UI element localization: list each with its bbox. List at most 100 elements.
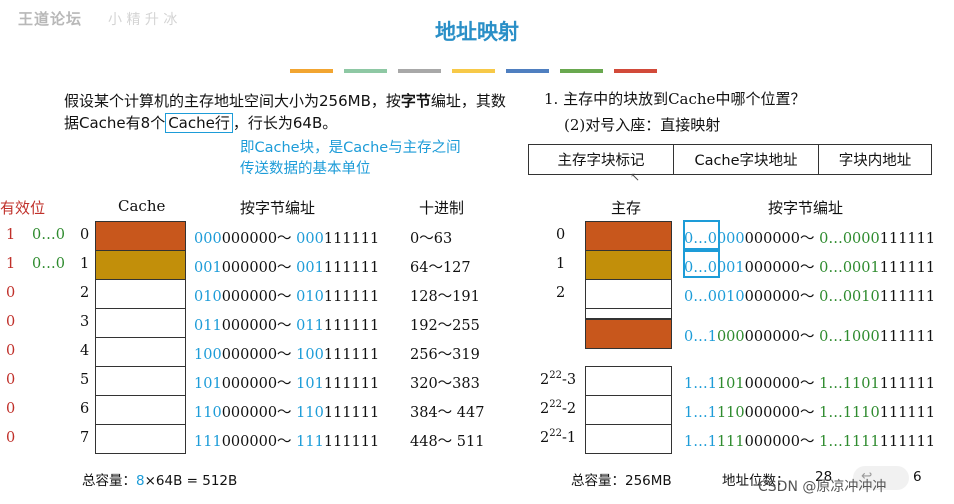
pow-exp: 22 <box>549 428 562 439</box>
main-offset-end: 111111 <box>879 329 936 345</box>
accent-bar <box>398 69 441 73</box>
main-index-start: 010 <box>716 289 745 305</box>
addr-index-start: 100 <box>194 347 222 363</box>
valid-bit-header: 有效位 <box>0 199 46 217</box>
accent-bar <box>452 69 495 73</box>
valid-bit: 1 <box>6 256 16 272</box>
main-offset-start: 000000～ <box>744 434 820 450</box>
csdn-watermark: CSDN @原凉冲冲冲 <box>758 479 887 495</box>
main-tag-prefix: 0…1 <box>684 329 717 345</box>
question-1: 1. 主存中的块放到Cache中哪个位置？ <box>544 90 806 108</box>
decimal-range: 192～255 <box>410 318 480 334</box>
byte-addr-header: 按字节编址 <box>240 199 316 217</box>
cache-tag: 0…0 <box>32 256 65 272</box>
decimal-range: 256～319 <box>410 347 480 363</box>
addr-offset-start: 000000 <box>221 318 278 334</box>
main-tag-prefix: 1…1 <box>684 405 717 421</box>
cache-line <box>95 308 186 338</box>
addr-offset-start: 000000 <box>221 260 278 276</box>
block-number: 222-3 <box>540 370 576 388</box>
main-memory-block <box>585 250 672 280</box>
main-index-start: 000 <box>716 329 745 345</box>
cache-line <box>95 366 186 396</box>
valid-bit: 0 <box>6 430 16 446</box>
intro-part1: 假设某个计算机的主存地址空间大小为256MB，按 <box>64 92 401 110</box>
main-tag-prefix: 1…1 <box>684 376 717 392</box>
pow-base: 2 <box>540 371 550 388</box>
addr-offset-start: 000000 <box>221 376 278 392</box>
mouse-cursor-icon: ↖ <box>630 170 641 184</box>
main-index-end: 0…0001 <box>819 260 880 276</box>
addr-index-end: 101 <box>296 376 324 392</box>
cache-line-highlight: Cache行 <box>165 113 233 133</box>
main-offset-end: 111111 <box>879 260 936 276</box>
cache-capacity-label: 总容量： <box>82 473 136 489</box>
valid-bit: 0 <box>6 401 16 417</box>
cache-line <box>95 337 186 367</box>
addr-index-end: 010 <box>296 289 324 305</box>
byte-address-range: 101000000～ 101111111 <box>194 376 380 392</box>
main-address-range: 0…0001000000～ 0…0001111111 <box>684 256 935 277</box>
addr-offset-end: 111111 <box>323 318 380 334</box>
addr-index-end: 111 <box>296 434 324 450</box>
cache-header: Cache <box>118 197 166 215</box>
cache-tag: 0…0 <box>32 227 65 243</box>
byte-address-range: 111000000～ 111111111 <box>194 434 380 450</box>
main-tag-prefix: 1…1 <box>684 434 717 450</box>
cache-line-count: 8 <box>136 473 145 489</box>
cache-line <box>95 221 186 251</box>
line-index: 3 <box>80 314 90 330</box>
byte-address-range: 001000000～ 001111111 <box>194 260 380 276</box>
main-offset-start: 000000～ <box>744 231 820 247</box>
line-index: 0 <box>80 227 90 243</box>
main-offset-start: 000000～ <box>744 329 820 345</box>
accent-bar <box>506 69 549 73</box>
decimal-range: 448～ 511 <box>410 434 485 450</box>
decimal-range: 320～383 <box>410 376 480 392</box>
main-address-range: 1…1110000000～ 1…1110111111 <box>684 401 935 422</box>
decimal-range: 128～191 <box>410 289 480 305</box>
line-index: 7 <box>80 430 90 446</box>
cache-line <box>95 424 186 454</box>
block-number: 222-2 <box>540 399 576 417</box>
addr-offset-start: 000000 <box>221 434 278 450</box>
main-memory-block-gap <box>585 308 672 319</box>
decimal-range: 0～63 <box>410 231 453 247</box>
main-index-start: 000 <box>716 231 745 247</box>
addr-index-start: 111 <box>194 434 222 450</box>
main-address-range: 0…1000000000～ 0…1000111111 <box>684 325 935 346</box>
decimal-header: 十进制 <box>419 199 465 217</box>
pow-base: 2 <box>540 429 550 446</box>
main-address-range: 0…0010000000～ 0…0010111111 <box>684 285 935 306</box>
main-memory-block <box>585 395 672 425</box>
decimal-range: 64～127 <box>410 260 471 276</box>
line-index: 6 <box>80 401 90 417</box>
cache-capacity: 总容量：8×64B = 512B <box>82 469 237 489</box>
line-index: 4 <box>80 343 90 359</box>
cache-block-note: 即Cache块，是Cache与主存之间 传送数据的基本单位 <box>240 138 461 180</box>
addr-offset-end: 111111 <box>323 347 380 363</box>
addr-index-start: 011 <box>194 318 222 334</box>
addr-index-end: 011 <box>296 318 324 334</box>
cache-block-field: Cache字块地址 <box>673 144 819 175</box>
main-address-range: 0…0000000000～ 0…0000111111 <box>684 227 935 248</box>
main-tag-prefix: 0…0 <box>684 289 717 305</box>
pow-base: 2 <box>540 400 550 417</box>
addr-offset-start: 000000 <box>221 231 278 247</box>
cache-line <box>95 250 186 280</box>
addr-offset-end: 111111 <box>323 376 380 392</box>
main-index-end: 1…1110 <box>819 405 880 421</box>
problem-statement: 假设某个计算机的主存地址空间大小为256MB，按字节编址，其数据Cache有8个… <box>64 90 514 134</box>
pow-offset: -3 <box>561 371 577 388</box>
main-offset-start: 000000～ <box>744 260 820 276</box>
line-index: 2 <box>80 285 90 301</box>
main-offset-end: 111111 <box>879 434 936 450</box>
main-offset-end: 111111 <box>879 231 936 247</box>
main-memory-block <box>585 424 672 454</box>
tag-highlight-box <box>683 220 720 250</box>
addr-index-start: 110 <box>194 405 222 421</box>
main-offset-start: 000000～ <box>744 405 820 421</box>
pow-offset: -1 <box>561 429 577 446</box>
main-capacity: 总容量：256MB <box>571 469 672 489</box>
address-format-table: 主存字块标记 Cache字块地址 字块内地址 <box>528 144 932 175</box>
